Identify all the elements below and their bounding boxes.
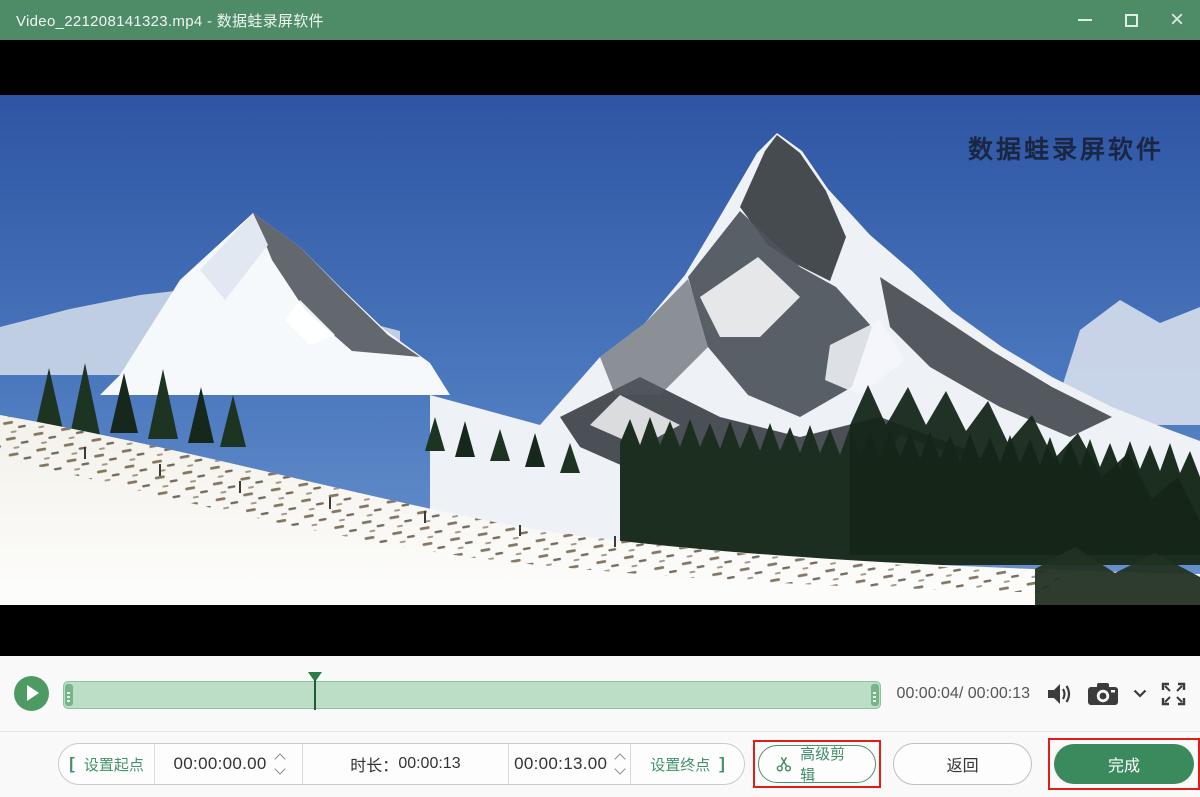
- spinner-down-icon[interactable]: [614, 763, 626, 775]
- playback-row: 00:00:04/ 00:00:13: [0, 656, 1200, 732]
- video-area: 数据蛙录屏软件: [0, 40, 1200, 656]
- close-icon: ×: [1169, 6, 1184, 33]
- grip-icon: [872, 691, 876, 694]
- trim-group: [ 设置起点 00:00:00.00 时长： 00:00:13 00:00:13…: [58, 743, 746, 785]
- back-button[interactable]: 返回: [893, 743, 1032, 785]
- minimize-button[interactable]: [1062, 0, 1108, 40]
- playhead-line: [314, 679, 316, 710]
- set-start-label: 设置起点: [83, 756, 144, 774]
- end-time-value: 00:00:13.00: [514, 754, 608, 773]
- start-time-value: 00:00:00.00: [173, 754, 267, 773]
- close-button[interactable]: ×: [1154, 0, 1200, 40]
- fullscreen-icon: [1161, 682, 1186, 705]
- window-controls: ×: [1062, 0, 1200, 40]
- end-time-field[interactable]: 00:00:13.00: [507, 744, 630, 784]
- video-frame: [0, 95, 1200, 605]
- snapshot-dropdown-button[interactable]: [1133, 689, 1147, 698]
- maximize-button[interactable]: [1108, 0, 1154, 40]
- snapshot-button[interactable]: [1087, 682, 1119, 706]
- duration-value: 00:00:13: [398, 755, 461, 772]
- trim-start-handle[interactable]: [65, 683, 73, 706]
- fullscreen-button[interactable]: [1161, 682, 1186, 706]
- timeline[interactable]: [63, 671, 881, 710]
- set-start-button[interactable]: [ 设置起点: [59, 744, 154, 784]
- duration-label: 时长：: [350, 758, 399, 775]
- camera-icon: [1088, 682, 1118, 705]
- start-bracket-icon: [: [69, 754, 75, 773]
- end-bracket-icon: ]: [719, 754, 725, 773]
- video-watermark: 数据蛙录屏软件: [967, 135, 1164, 164]
- play-icon: [27, 685, 39, 701]
- spinner-down-icon[interactable]: [273, 763, 286, 775]
- advanced-edit-highlight: 高级剪辑: [753, 740, 882, 788]
- advanced-edit-label: 高级剪辑: [800, 746, 846, 784]
- app-window: Video_221208141323.mp4 - 数据蛙录屏软件 × 数据蛙录屏…: [0, 0, 1200, 797]
- window-titlebar: Video_221208141323.mp4 - 数据蛙录屏软件 ×: [0, 0, 1200, 40]
- advanced-edit-button[interactable]: 高级剪辑: [758, 745, 877, 784]
- done-button[interactable]: 完成: [1054, 744, 1194, 784]
- maximize-icon: [1124, 13, 1138, 27]
- volume-button[interactable]: [1046, 682, 1073, 706]
- trim-row: [ 设置起点 00:00:00.00 时长： 00:00:13 00:00:13…: [0, 732, 1200, 796]
- end-time-spinner[interactable]: [614, 753, 626, 775]
- minimize-icon: [1078, 19, 1092, 21]
- timeline-track[interactable]: [63, 680, 881, 709]
- time-display: 00:00:04/ 00:00:13: [896, 684, 1030, 702]
- set-end-button[interactable]: 设置终点 ]: [629, 744, 745, 784]
- grip-icon: [67, 691, 70, 694]
- start-time-spinner[interactable]: [273, 753, 286, 775]
- playhead[interactable]: [307, 671, 322, 712]
- set-end-label: 设置终点: [650, 756, 711, 774]
- scissors-icon: [777, 756, 792, 772]
- window-title: Video_221208141323.mp4 - 数据蛙录屏软件: [16, 12, 324, 30]
- play-button[interactable]: [14, 676, 49, 711]
- media-icons: [1046, 682, 1186, 706]
- chevron-down-icon: [1133, 689, 1147, 698]
- done-highlight: 完成: [1048, 738, 1200, 790]
- playback-controls-panel: 00:00:04/ 00:00:13 [设置起点 00:00:00.00 时长…: [0, 656, 1200, 797]
- duration-display: 时长： 00:00:13: [302, 744, 507, 784]
- start-time-field[interactable]: 00:00:00.00: [153, 744, 302, 784]
- volume-icon: [1048, 683, 1071, 704]
- trim-end-handle[interactable]: [870, 683, 879, 706]
